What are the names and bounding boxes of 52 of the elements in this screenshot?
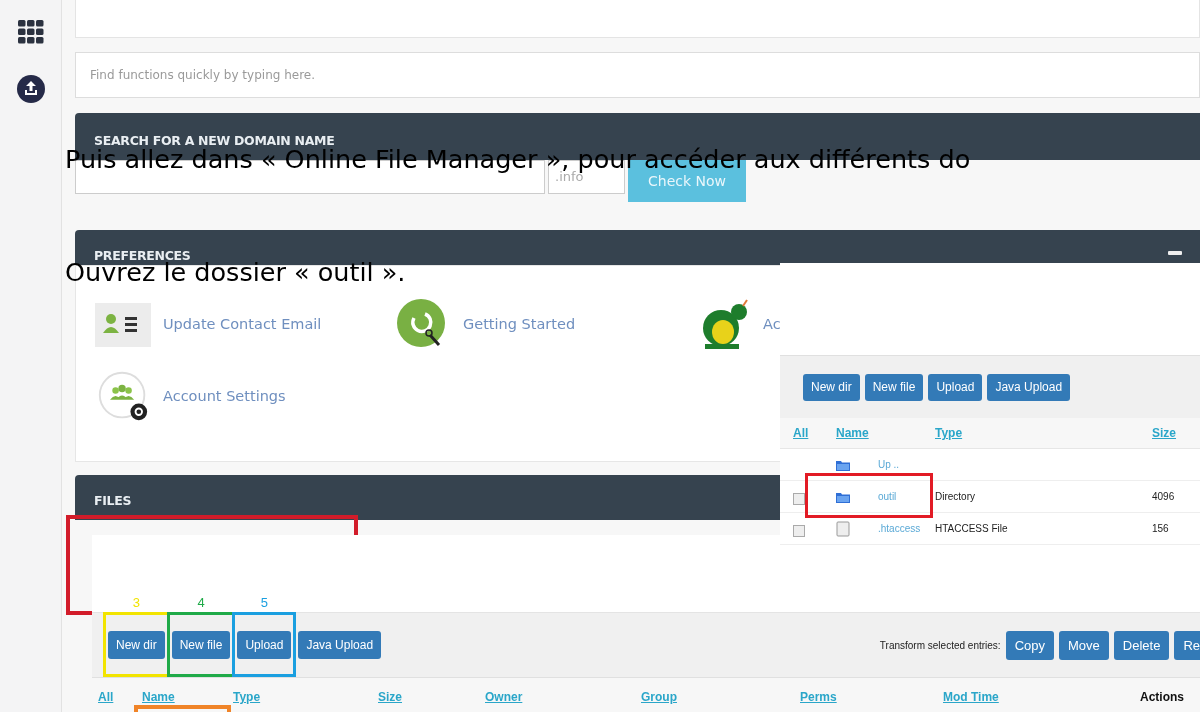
file-name-link[interactable]: outil [878,491,935,502]
file-type: HTACCESS File [935,523,1009,534]
file-icon [836,520,850,537]
row-checkbox[interactable] [793,492,805,505]
column-header[interactable]: Type [233,690,261,704]
toolbar-button[interactable]: Java Upload [987,373,1071,401]
preference-link[interactable]: Getting Started [463,316,576,332]
panel-title: SEARCH FOR A NEW DOMAIN NAME [94,133,335,148]
column-header[interactable]: Mod Time [943,690,999,704]
toolbar-button[interactable]: New file [864,373,924,401]
file-name-link[interactable]: .htaccess [878,523,935,534]
preference-link[interactable]: Ac [763,316,781,332]
action-button[interactable]: Delete [1113,630,1170,660]
action-button[interactable]: Move [1059,630,1109,660]
step-number: 5 [259,595,269,610]
column-header[interactable]: Name [142,690,175,704]
column-header[interactable]: Name [836,426,935,440]
toolbar-button[interactable]: Java Upload [298,631,382,659]
toolbar-button[interactable]: Upload [237,631,292,659]
action-button[interactable]: Re [1174,630,1200,660]
step-number: 3 [131,595,141,610]
instruction-text: Ouvrez le dossier « outil ». [65,260,406,286]
action-button[interactable]: Copy [1005,630,1054,660]
preference-link[interactable]: Account Settings [163,388,286,404]
toolbar-button[interactable]: New file [171,631,231,659]
transform-label: Transform selected entries: [879,639,1001,651]
column-header[interactable]: Perms [800,690,837,704]
app-grid-icon[interactable] [17,20,44,44]
toolbar-button[interactable]: New dir [108,631,165,659]
toolbar-button[interactable]: Upload [928,373,983,401]
panel-title: PREFERENCES [94,248,191,263]
preference-link[interactable]: Update Contact Email [163,316,322,332]
search-field[interactable]: Find functions quickly by typing here. [75,52,1200,98]
upload-icon[interactable] [15,74,46,104]
file-size: 4096 [1152,491,1176,502]
file-type: Directory [935,491,976,502]
column-header[interactable]: All [98,690,114,704]
folder-icon [836,490,850,503]
file-name-link[interactable]: Up .. [878,459,935,470]
column-header[interactable]: Size [1152,426,1200,440]
column-header[interactable]: All [793,426,836,440]
folder-icon [836,458,850,471]
column-header[interactable]: Owner [485,690,523,704]
file-size: 156 [1152,523,1170,534]
row-checkbox[interactable] [793,524,805,537]
column-header: Actions [1140,690,1184,704]
column-header[interactable]: Group [641,690,677,704]
step-number: 4 [196,595,206,610]
toolbar-button[interactable]: New dir [803,373,860,401]
panel-title: FILES [94,493,132,508]
column-header[interactable]: Size [378,690,402,704]
column-header[interactable]: Type [935,426,1152,440]
